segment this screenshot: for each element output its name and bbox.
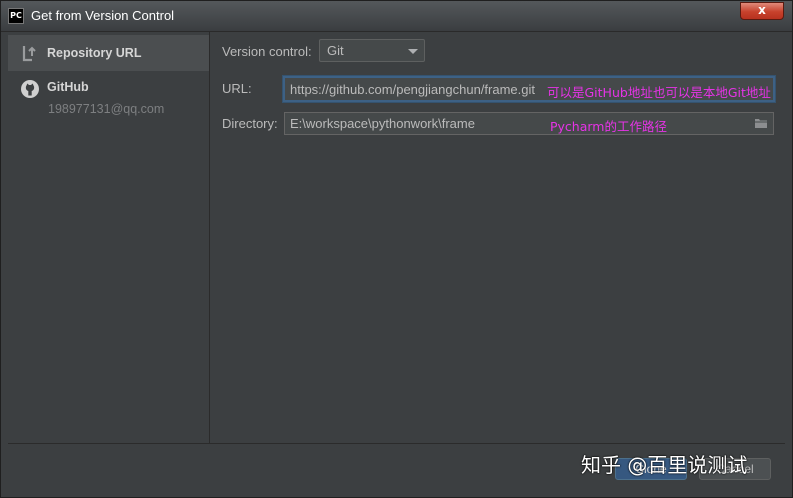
version-control-label: Version control: — [222, 44, 312, 59]
sidebar-item-label: GitHub — [47, 80, 89, 94]
version-control-value: Git — [327, 43, 344, 58]
window-title: Get from Version Control — [31, 8, 175, 23]
repository-url-icon — [22, 46, 36, 62]
sidebar-item-repository-url[interactable]: Repository URL — [8, 35, 209, 71]
browse-folder-icon[interactable] — [754, 117, 768, 129]
version-control-select[interactable]: Git — [319, 39, 425, 62]
url-value: https://github.com/pengjiangchun/frame.g… — [290, 82, 535, 97]
directory-annotation: Pycharm的工作路径 — [550, 119, 667, 134]
url-annotation: 可以是GitHub地址也可以是本地Git地址 — [547, 85, 771, 100]
github-account-email: 198977131@qq.com — [48, 102, 165, 116]
directory-value: E:\workspace\pythonwork\frame — [290, 116, 475, 131]
sidebar: Repository URL GitHub 198977131@qq.com — [8, 32, 210, 443]
directory-input[interactable]: E:\workspace\pythonwork\frame Pycharm的工作… — [284, 112, 774, 135]
title-bar[interactable]: PC Get from Version Control x — [1, 1, 792, 32]
github-icon — [21, 80, 39, 98]
dialog-window: PC Get from Version Control x Repository… — [0, 0, 793, 498]
bottom-divider — [8, 443, 785, 444]
url-label: URL: — [222, 81, 252, 96]
sidebar-item-label: Repository URL — [47, 46, 142, 60]
directory-label: Directory: — [222, 116, 278, 131]
url-input[interactable]: https://github.com/pengjiangchun/frame.g… — [283, 76, 775, 102]
chevron-down-icon — [408, 49, 418, 54]
close-button[interactable]: x — [740, 2, 784, 20]
watermark-text: 知乎 @百里说测试 — [581, 453, 748, 477]
sidebar-item-github[interactable]: GitHub 198977131@qq.com — [8, 72, 209, 122]
pycharm-app-icon: PC — [8, 8, 24, 24]
